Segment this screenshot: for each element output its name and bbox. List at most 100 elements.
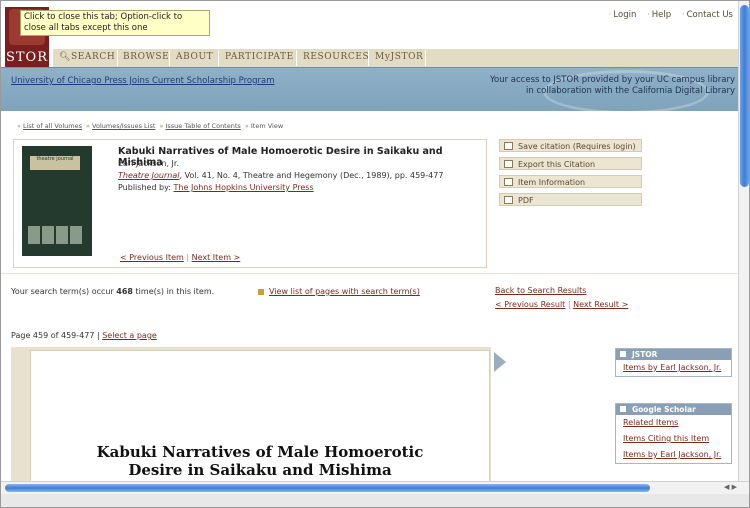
window-bottom-edge [1,494,749,507]
tab-close-tooltip: Click to close this tab; Option-click to… [20,10,210,36]
nav-participate[interactable]: PARTICIPATE [225,52,294,62]
next-item-link[interactable]: Next Item > [192,253,241,262]
save-citation-button[interactable]: Save citation (Requires login) [499,139,642,152]
page-indicator: Page 459 of 459-477 | Select a page [11,331,157,340]
next-result-link[interactable]: Next Result > [573,300,628,309]
breadcrumb-current: Item View [250,122,284,130]
previous-result-link[interactable]: < Previous Result [495,300,565,309]
jstor-panel-title: JSTOR [632,350,658,359]
horizontal-scrollbar[interactable]: ◀ ▶ [1,481,749,494]
previous-item-link[interactable]: < Previous Item [120,253,184,262]
journal-cover-image: theatre journal [22,146,92,256]
site-header: STOR Click to close this tab; Option-cli… [1,1,749,67]
nav-resources[interactable]: RESOURCES [303,52,369,62]
item-information-button[interactable]: Item Information [499,175,642,188]
jstor-panel-header[interactable]: JSTOR [616,349,731,360]
search-count: 468 [116,287,133,296]
main-nav: 🔍︎ SEARCH BROWSE ABOUT PARTICIPATE RESOU… [53,49,749,67]
jstor-items-by-author-link[interactable]: Items by Earl Jackson, Jr. [616,360,731,376]
breadcrumb-toc[interactable]: Issue Table of Contents [165,122,240,130]
item-pagination: < Previous Item | Next Item > [120,253,241,262]
search-prefix: Your search term(s) occur [11,287,117,296]
breadcrumb-volumes[interactable]: List of all Volumes [23,122,82,130]
export-citation-button[interactable]: Export this Citation [499,157,642,170]
save-icon [504,142,513,150]
page-heading: Kabuki Narratives of Male Homoerotic Des… [31,443,489,479]
breadcrumb-arrow-icon: » [244,122,249,130]
bullet-icon: · [608,10,612,20]
vertical-scrollbar[interactable] [738,1,749,495]
info-icon [504,178,513,186]
cover-title: theatre journal [30,156,80,170]
access-line-2: in collaboration with the California Dig… [526,86,735,96]
publisher-link[interactable]: The Johns Hopkins University Press [174,183,314,192]
items-citing-link[interactable]: Items Citing this Item [616,431,731,447]
access-line-1: Your access to JSTOR provided by your UC… [489,75,735,85]
next-page-arrow-icon[interactable] [494,352,506,372]
google-scholar-panel-header[interactable]: Google Scholar [616,404,731,415]
nav-divider [425,50,426,66]
nav-divider [218,50,219,66]
login-link[interactable]: Login [613,10,636,20]
announcement-link[interactable]: University of Chicago Press Joins Curren… [11,76,274,86]
collapse-icon [620,351,626,357]
contact-us-link[interactable]: Contact Us [687,10,733,20]
list-bullet-icon [258,289,264,295]
browser-window: STOR Click to close this tab; Option-cli… [0,0,750,508]
article-author: Earl Jackson, Jr. [118,159,179,168]
related-items-link[interactable]: Related Items [616,415,731,431]
journal-link[interactable]: Theatre Journal [118,171,179,180]
item-details: theatre journal Kabuki Narratives of Mal… [13,139,487,268]
announcement-band: University of Chicago Press Joins Curren… [1,67,749,114]
nav-divider [169,50,170,66]
google-scholar-panel-title: Google Scholar [632,405,696,414]
nav-divider [368,50,369,66]
breadcrumb-arrow-icon: » [86,122,91,130]
pdf-label: PDF [518,196,534,205]
logo-text: STOR [5,50,49,65]
breadcrumb: » List of all Volumes » Volumes/Issues Lis… [15,122,283,130]
select-page-link[interactable]: Select a page [102,331,157,340]
scholar-items-by-author-link[interactable]: Items by Earl Jackson, Jr. [616,447,731,463]
bullet-icon: · [681,10,685,20]
page-count-text: Page 459 of 459-477 | [11,331,103,340]
cover-thumbnails [28,226,86,246]
pdf-icon [504,196,513,204]
page-heading-line-2: Desire in Saikaku and Mishima [128,461,392,479]
divider [1,273,749,274]
citation-details: , Vol. 41, No. 4, Theatre and Hegemony (… [179,171,444,180]
breadcrumb-issues[interactable]: Volumes/Issues List [92,122,155,130]
results-navigation: Back to Search Results < Previous Result… [495,286,629,309]
top-links: · Login · Help · Contact Us [601,10,733,20]
pdf-button[interactable]: PDF [499,193,642,206]
help-link[interactable]: Help [652,10,671,20]
back-to-results-link[interactable]: Back to Search Results [495,286,586,295]
search-icon[interactable]: 🔍︎ [59,52,71,62]
article-citation: Theatre Journal, Vol. 41, No. 4, Theatre… [118,171,443,180]
save-citation-label: Save citation (Requires login) [518,142,636,151]
search-suffix: time(s) in this item. [133,287,215,296]
vertical-scroll-thumb[interactable] [740,5,749,187]
article-publisher: Published by: The Johns Hopkins Universi… [118,183,314,192]
page-viewer: Kabuki Narratives of Male Homoerotic Des… [11,347,491,491]
published-by-label: Published by: [118,183,174,192]
nav-divider [296,50,297,66]
export-citation-label: Export this Citation [518,160,596,169]
nav-divider [117,50,118,66]
export-icon [504,160,513,168]
access-notice: Your access to JSTOR provided by your UC… [490,75,735,97]
page-image: Kabuki Narratives of Male Homoerotic Des… [31,351,489,491]
breadcrumb-arrow-icon: » [159,122,164,130]
nav-browse[interactable]: BROWSE [123,52,169,62]
nav-search[interactable]: SEARCH [71,52,115,62]
view-pages-link[interactable]: View list of pages with search term(s) [269,287,420,296]
nav-about[interactable]: ABOUT [176,52,213,62]
nav-myjstor[interactable]: MyJSTOR [375,52,423,62]
horizontal-scroll-thumb[interactable] [5,484,650,492]
jstor-panel: JSTOR Items by Earl Jackson, Jr. [615,348,732,377]
bullet-icon: · [647,10,650,20]
search-term-summary: Your search term(s) occur 468 time(s) in… [11,287,214,296]
breadcrumb-arrow-icon: » [17,122,21,130]
collapse-icon [620,406,626,412]
scroll-arrows-icon[interactable]: ◀ ▶ [724,483,737,491]
